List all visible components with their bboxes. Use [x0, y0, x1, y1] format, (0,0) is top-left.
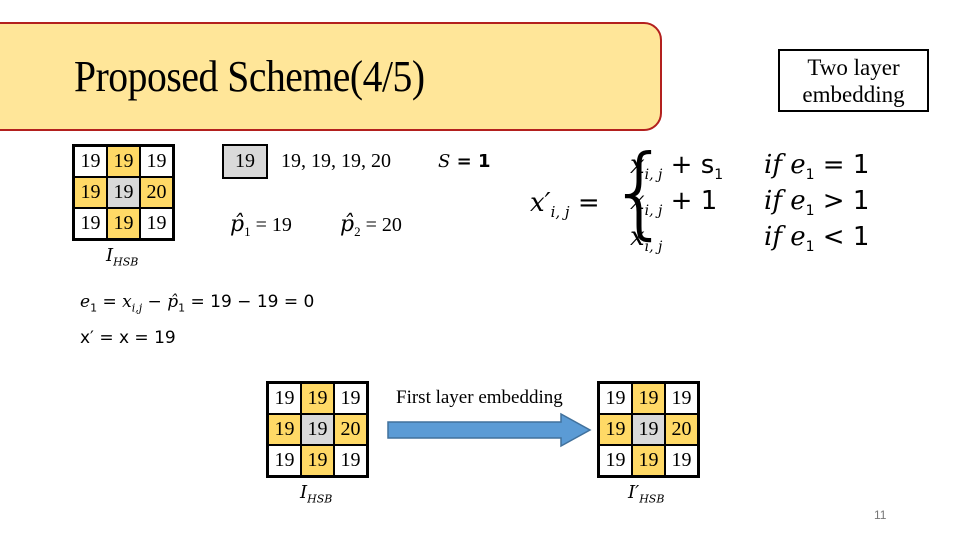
pixel-grid-top: 19 19 19 19 19 20 19 19 19 [72, 144, 175, 241]
piecewise-lhs: x′i, j = [530, 188, 600, 221]
grid-cell: 19 [599, 414, 632, 445]
eq-x-sub: i,j [131, 301, 143, 315]
grid-cell: 19 [599, 445, 632, 476]
case-condition: if e1 < 1 [764, 222, 869, 255]
grid-cell: 19 [74, 177, 107, 208]
cond-sub: 1 [805, 167, 815, 184]
case-condition: if e1 = 1 [764, 150, 869, 183]
p2-sub: 2 [354, 224, 361, 239]
cond-tail: > 1 [814, 186, 870, 216]
cond-text: if e [764, 222, 806, 252]
s-label: S [438, 151, 451, 172]
p1-sub: 1 [244, 224, 251, 239]
grid-cell: 20 [140, 177, 173, 208]
p2-label: p̂ [340, 212, 355, 237]
case-condition: if e1 > 1 [764, 186, 869, 219]
grid-cell: 19 [140, 146, 173, 177]
p1-value: = 19 [255, 214, 292, 236]
grid-cell: 19 [268, 445, 301, 476]
grid-cell: 19 [665, 445, 698, 476]
grid-cell: 19 [301, 383, 334, 414]
lhs-sub: i, j [550, 203, 570, 222]
pixel-grid-after: 19 19 19 19 19 20 19 19 19 [597, 381, 700, 478]
case-sub: i, j [644, 203, 663, 220]
grid-cell-center: 19 [301, 414, 334, 445]
error-equation: e1 = xi,j − p̂1 = 19 − 19 = 0 [80, 292, 314, 314]
pixel-grid-before: 19 19 19 19 19 20 19 19 19 [266, 381, 369, 478]
grid-cell-center: 19 [632, 414, 665, 445]
cond-sub: 1 [805, 203, 815, 220]
center-pixel-box: 19 [222, 144, 268, 179]
grid-cell: 19 [268, 383, 301, 414]
grid-cell: 19 [107, 146, 140, 177]
grid-cell: 19 [74, 146, 107, 177]
p2-prediction: p̂2 = 20 [340, 212, 402, 240]
arrow-shape [387, 412, 592, 448]
page-number: 11 [874, 508, 887, 522]
case-row: xi, j + s1 if e1 = 1 [630, 150, 960, 186]
case-row: xi, j if e1 < 1 [630, 222, 960, 258]
eq-result: = 19 − 19 = 0 [185, 292, 315, 312]
grid-cell: 19 [268, 414, 301, 445]
piecewise-cases: xi, j + s1 if e1 = 1 xi, j + 1 if e1 > 1… [630, 150, 960, 258]
side-label-line1: Two layer [807, 55, 900, 80]
neighbor-values: 19, 19, 19, 20 [281, 150, 391, 172]
cond-text: if e [764, 186, 806, 216]
grid-after-caption: I′HSB [628, 482, 664, 506]
case-expr: x [630, 186, 645, 216]
s-value: = 1 [456, 151, 491, 172]
eq-x: = x [97, 292, 132, 312]
eq-p: − p̂ [142, 292, 179, 312]
case-sub: i, j [644, 167, 663, 184]
cond-text: if e [764, 150, 806, 180]
right-arrow-icon [387, 412, 592, 448]
case-tail-sub: 1 [714, 167, 724, 184]
grid-cell: 20 [665, 414, 698, 445]
x-prime-equation: x′ = x = 19 [80, 328, 176, 348]
side-label-line2: embedding [802, 82, 905, 107]
grid-cell-center: 19 [107, 177, 140, 208]
caption-sub: HSB [639, 492, 665, 506]
case-row: xi, j + 1 if e1 > 1 [630, 186, 960, 222]
p1-prediction: p̂1 = 19 [230, 212, 292, 240]
two-layer-embedding-label: Two layer embedding [778, 49, 929, 112]
slide-title: Proposed Scheme(4/5) [74, 52, 425, 101]
grid-cell: 19 [632, 383, 665, 414]
grid-cell: 19 [599, 383, 632, 414]
s-equation: S = 1 [438, 151, 491, 172]
grid-cell: 19 [632, 445, 665, 476]
grid-cell: 20 [334, 414, 367, 445]
case-tail: + s [662, 150, 715, 180]
grid-cell: 19 [140, 208, 173, 239]
cond-tail: = 1 [814, 150, 870, 180]
case-expr: x [630, 150, 645, 180]
p1-label: p̂ [230, 212, 245, 237]
grid-cell: 19 [301, 445, 334, 476]
cond-tail: < 1 [814, 222, 870, 252]
p2-value: = 20 [365, 214, 402, 236]
eq-e: e [80, 292, 91, 312]
case-sub: i, j [644, 239, 663, 256]
grid-cell: 19 [74, 208, 107, 239]
grid-cell: 19 [334, 383, 367, 414]
lhs-eq: = [577, 188, 600, 218]
arrow-label: First layer embedding [396, 387, 563, 408]
grid-before-caption: IHSB [300, 482, 332, 506]
caption-sub: HSB [113, 255, 139, 269]
grid-cell: 19 [107, 208, 140, 239]
case-tail: + 1 [662, 186, 718, 216]
grid-top-caption: IHSB [106, 245, 138, 269]
cond-sub: 1 [805, 239, 815, 256]
eq-e-sub: 1 [90, 301, 98, 315]
caption-main: I′ [628, 482, 640, 503]
lhs-var: x′ [530, 188, 551, 218]
grid-cell: 19 [334, 445, 367, 476]
grid-cell: 19 [665, 383, 698, 414]
case-expr: x [630, 222, 645, 252]
caption-sub: HSB [307, 492, 333, 506]
